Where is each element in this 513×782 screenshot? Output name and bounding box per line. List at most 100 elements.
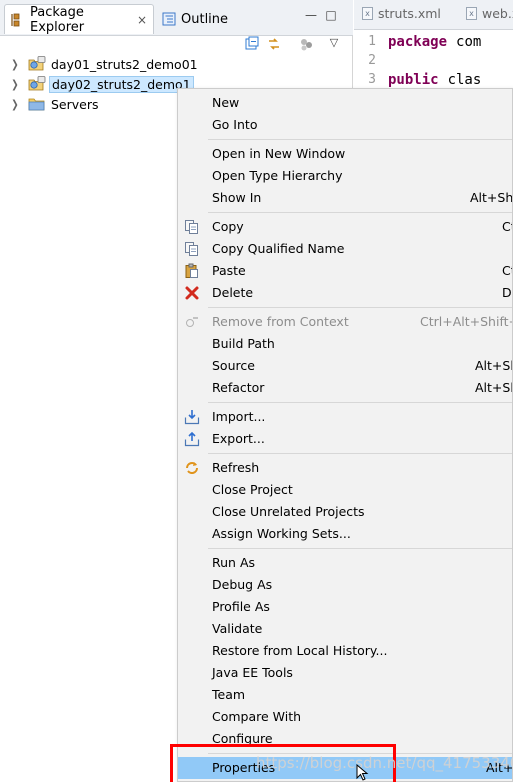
chevron-right-icon[interactable]: ❯ (11, 98, 21, 111)
line-number: 3 (368, 72, 376, 87)
minimize-button[interactable]: — (304, 8, 318, 22)
menu-item-copy-qualified-name[interactable]: Copy Qualified Name (178, 238, 512, 260)
menu-item-build-path[interactable]: Build Path (178, 333, 512, 355)
package-explorer-icon (11, 13, 25, 27)
menu-item-shortcut: Ctrl+Alt+Shift+D (420, 314, 512, 329)
menu-item-label: Close Project (212, 482, 293, 497)
menu-item-label: Export... (212, 431, 265, 446)
tab-outline[interactable]: Outline (156, 4, 276, 34)
menu-item-label: New (212, 95, 240, 110)
menu-item-import[interactable]: Import... (178, 406, 512, 428)
menu-separator (208, 139, 512, 140)
menu-item-label: Copy (212, 219, 244, 234)
maximize-button[interactable]: □ (324, 8, 338, 22)
menu-item-label: Copy Qualified Name (212, 241, 345, 256)
tab-package-explorer[interactable]: Package Explorer × (4, 4, 154, 35)
menu-item-shortcut: Alt+Shift (470, 190, 513, 205)
menu-item-assign-working-sets[interactable]: Assign Working Sets... (178, 523, 512, 545)
watermark-text: https://blog.csdn.net/qq_41753340 (256, 754, 513, 772)
menu-item-label: Debug As (212, 577, 273, 592)
export-icon (184, 431, 200, 447)
chevron-right-icon[interactable]: ❯ (11, 78, 21, 91)
menu-item-shortcut: Ct (502, 219, 512, 234)
import-icon (184, 409, 200, 425)
context-menu: New Go Into Open in New Window Open Type… (177, 88, 513, 782)
menu-item-validate[interactable]: Validate (178, 618, 512, 640)
menu-item-copy[interactable]: Copy Ct (178, 216, 512, 238)
menu-item-close-unrelated-projects[interactable]: Close Unrelated Projects (178, 501, 512, 523)
menu-item-label: Paste (212, 263, 246, 278)
menu-item-java-ee-tools[interactable]: Java EE Tools (178, 662, 512, 684)
menu-item-label: Source (212, 358, 255, 373)
tree-item-label: day01_struts2_demo01 (51, 56, 198, 72)
code-line: 1 package com (354, 32, 513, 51)
menu-item-label: Remove from Context (212, 314, 349, 329)
code-text: clas (447, 71, 482, 88)
line-number: 2 (368, 53, 376, 68)
menu-item-team[interactable]: Team (178, 684, 512, 706)
menu-item-go-into[interactable]: Go Into (178, 114, 512, 136)
menu-item-label: Build Path (212, 336, 275, 351)
delete-icon (184, 285, 200, 301)
code-keyword: package (388, 33, 448, 50)
view-toolbar: ▽ (0, 36, 353, 54)
chevron-right-icon[interactable]: ❯ (11, 58, 21, 71)
menu-item-show-in[interactable]: Show In Alt+Shift (178, 187, 513, 209)
menu-item-source[interactable]: Source Alt+Sh (178, 355, 512, 377)
menu-item-label: Profile As (212, 599, 270, 614)
menu-item-shortcut: Ct (502, 263, 512, 278)
code-editor[interactable]: 1 package com 2 3 public clas (354, 32, 513, 89)
menu-item-label: Refactor (212, 380, 265, 395)
menu-item-shortcut: Alt+Sh (475, 358, 512, 373)
copy-qualified-name-icon (184, 241, 200, 257)
project-icon (28, 76, 46, 92)
xml-file-icon: x (466, 7, 477, 20)
view-tab-bar: Package Explorer × Outline — □ (0, 0, 353, 36)
menu-item-open-type-hierarchy[interactable]: Open Type Hierarchy (178, 165, 512, 187)
menu-separator (208, 402, 512, 403)
menu-separator (208, 307, 512, 308)
menu-item-profile-as[interactable]: Profile As (178, 596, 512, 618)
menu-item-refactor[interactable]: Refactor Alt+Sh (178, 377, 512, 399)
menu-item-label: Java EE Tools (212, 665, 293, 680)
editor-tab-struts-xml[interactable]: x struts.xml (362, 6, 441, 21)
menu-item-remove-from-context: Remove from Context Ctrl+Alt+Shift+D (178, 311, 512, 333)
menu-item-label: Team (212, 687, 246, 702)
folder-icon (28, 96, 46, 112)
menu-item-restore-from-local-history[interactable]: Restore from Local History... (178, 640, 512, 662)
menu-item-paste[interactable]: Paste Ct (178, 260, 512, 282)
tree-item-label: Servers (51, 96, 99, 112)
outline-icon (162, 12, 176, 26)
paste-icon (184, 263, 200, 279)
menu-item-export[interactable]: Export... (178, 428, 512, 450)
copy-icon (184, 219, 200, 235)
menu-separator (208, 548, 512, 549)
menu-item-close-project[interactable]: Close Project (178, 479, 512, 501)
tree-item-day01[interactable]: ❯ day01_struts2_demo01 (0, 54, 353, 74)
menu-separator (208, 212, 512, 213)
menu-item-delete[interactable]: Delete De (178, 282, 512, 304)
menu-item-refresh[interactable]: Refresh (178, 457, 512, 479)
menu-item-run-as[interactable]: Run As (178, 552, 512, 574)
menu-item-label: Refresh (212, 460, 260, 475)
remove-context-icon (184, 314, 200, 330)
close-icon[interactable]: × (137, 13, 147, 27)
menu-item-label: Run As (212, 555, 256, 570)
menu-item-debug-as[interactable]: Debug As (178, 574, 512, 596)
menu-item-label: Open in New Window (212, 146, 346, 161)
menu-item-label: Import... (212, 409, 266, 424)
collapse-all-icon[interactable] (244, 36, 260, 52)
menu-item-shortcut: Alt+Sh (475, 380, 512, 395)
menu-item-new[interactable]: New (178, 92, 512, 114)
tree-item-label: day02_struts2_demo1 (49, 75, 194, 93)
menu-separator (208, 453, 512, 454)
view-menu-icon[interactable]: ▽ (326, 36, 342, 52)
menu-item-label: Compare With (212, 709, 302, 724)
editor-tab-web-xml[interactable]: x web.x (466, 6, 513, 21)
menu-item-compare-with[interactable]: Compare With (178, 706, 512, 728)
menu-item-open-in-new-window[interactable]: Open in New Window (178, 143, 512, 165)
focus-task-icon[interactable] (298, 36, 314, 52)
tab-label: Outline (181, 11, 229, 27)
link-with-editor-icon[interactable] (266, 36, 282, 52)
menu-item-label: Assign Working Sets... (212, 526, 351, 541)
